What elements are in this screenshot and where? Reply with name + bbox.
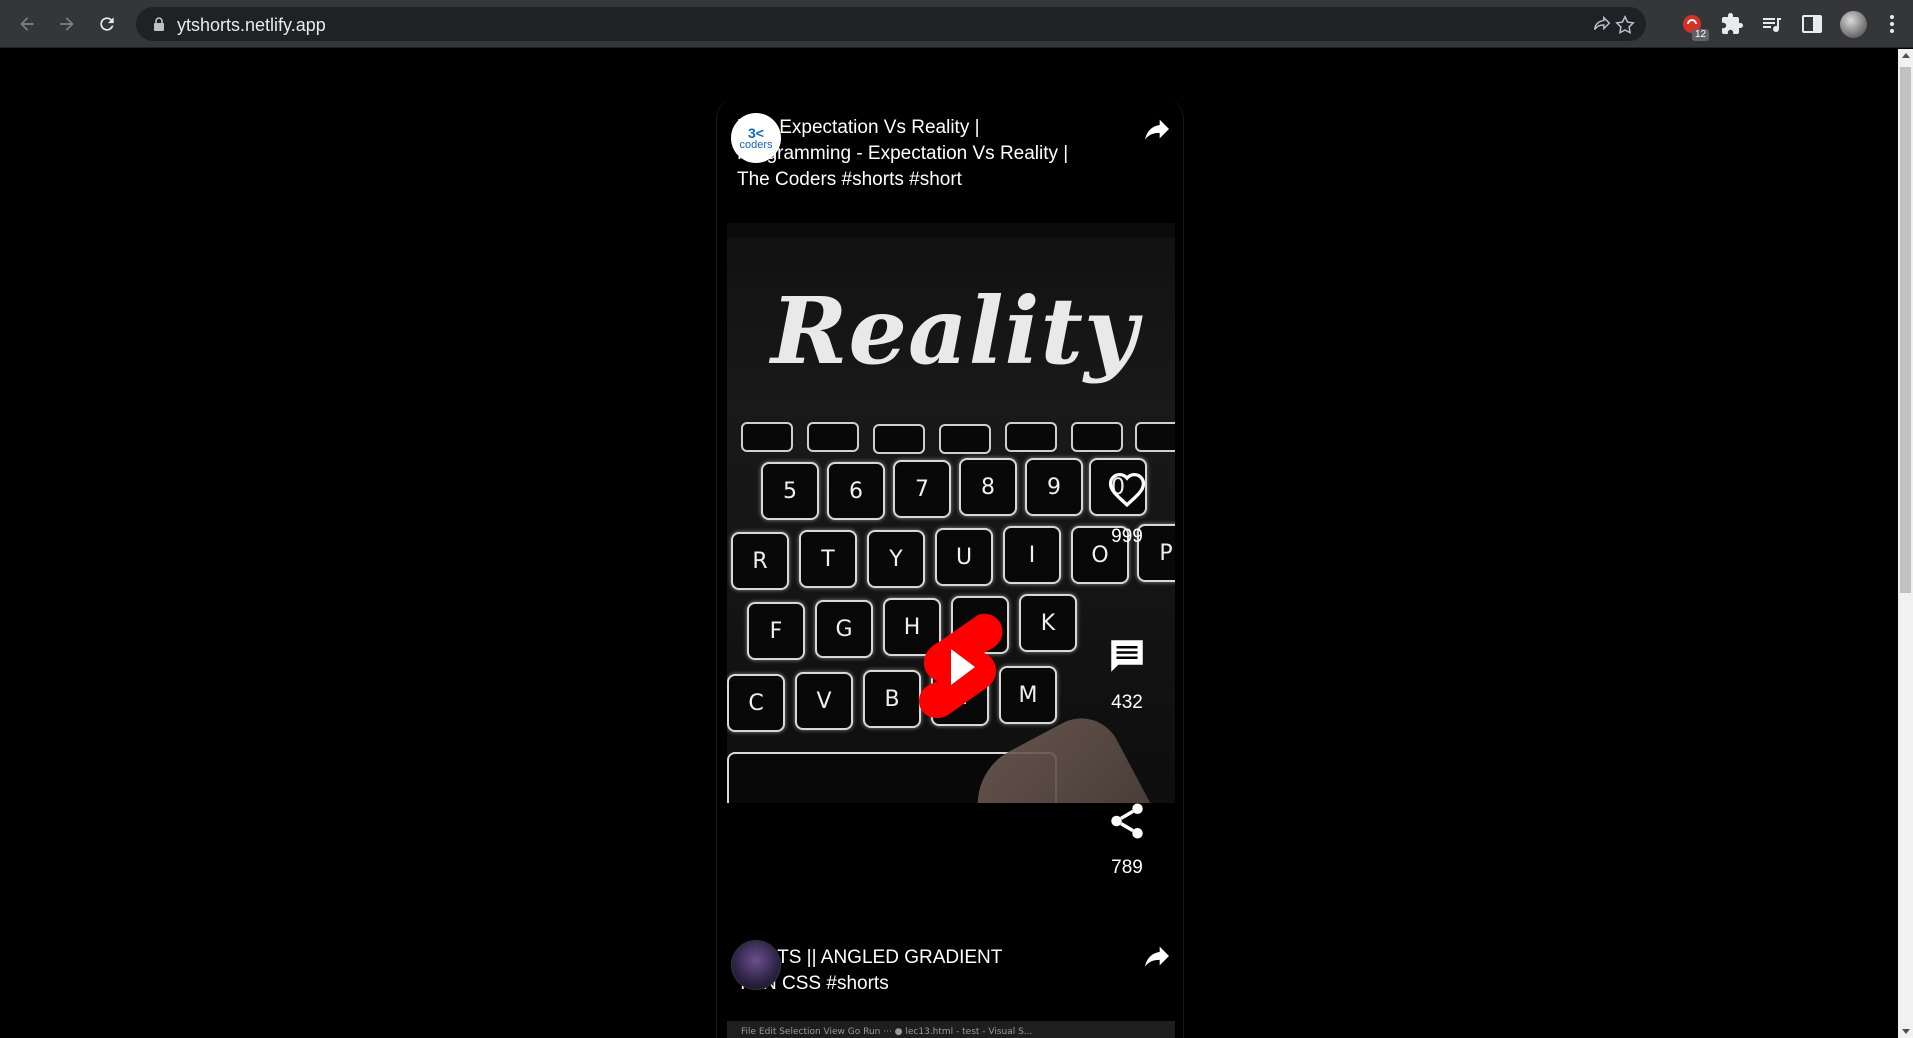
key: 9 xyxy=(1025,458,1083,516)
heart-icon xyxy=(1108,472,1146,508)
extension-badge: 12 xyxy=(1692,29,1710,41)
comment-count: 432 xyxy=(1111,692,1143,713)
browser-toolbar: ytshorts.netlify.app 12 xyxy=(0,0,1913,48)
comment-icon xyxy=(1111,640,1143,672)
profile-avatar[interactable] xyxy=(1840,11,1867,38)
page-scrollbar[interactable] xyxy=(1898,49,1913,1038)
scroll-down-arrow-icon[interactable] xyxy=(1902,1029,1910,1034)
scroll-up-arrow-icon[interactable] xyxy=(1902,53,1910,58)
fn-key xyxy=(939,424,991,454)
short-title: L TUTS || ANGLED GRADIENT TON CSS #short… xyxy=(737,947,1003,994)
short-header: 3< coders ing - Expectation Vs Reality |… xyxy=(717,97,1183,223)
side-panel-icon[interactable] xyxy=(1800,12,1824,36)
address-bar[interactable]: ytshorts.netlify.app xyxy=(136,7,1646,41)
fn-key xyxy=(807,422,859,452)
menu-kebab-icon[interactable] xyxy=(1880,12,1904,36)
fn-key xyxy=(1005,422,1057,452)
share-page-icon[interactable] xyxy=(1591,14,1613,36)
short-title: ing - Expectation Vs Reality | Programmi… xyxy=(737,117,1069,190)
channel-logo[interactable]: 3< coders xyxy=(731,113,781,163)
key: Y xyxy=(867,530,925,588)
reload-icon xyxy=(100,17,114,31)
key: T xyxy=(799,530,857,588)
coders-logo-icon: 3< xyxy=(748,124,764,141)
key: 6 xyxy=(827,462,885,520)
video-preview-text: File Edit Selection View Go Run ··· ● le… xyxy=(741,1027,1033,1037)
key: R xyxy=(731,532,789,590)
puzzle-icon[interactable] xyxy=(1720,12,1744,36)
scroll-thumb[interactable] xyxy=(1900,67,1911,593)
reading-list-icon[interactable] xyxy=(1760,12,1784,36)
share-arrow-icon[interactable] xyxy=(1141,113,1173,145)
key: F xyxy=(747,602,805,660)
share-count: 789 xyxy=(1111,857,1143,878)
key: C xyxy=(727,674,785,732)
arrow-right-icon xyxy=(60,17,74,31)
key: M xyxy=(999,666,1057,724)
key: 8 xyxy=(959,458,1017,516)
shorts-play-icon[interactable] xyxy=(918,611,1004,723)
share-arrow-icon[interactable] xyxy=(1141,940,1173,972)
fn-key xyxy=(1071,422,1123,452)
reload-button[interactable] xyxy=(93,10,121,38)
channel-avatar[interactable] xyxy=(731,940,781,990)
video-overlay-text: Reality xyxy=(771,277,1139,385)
bookmark-star-icon[interactable] xyxy=(1614,14,1636,36)
share-nodes-icon xyxy=(1111,803,1143,839)
fn-key xyxy=(741,422,793,452)
arrow-left-icon xyxy=(20,17,34,31)
video-preview[interactable]: File Edit Selection View Go Run ··· ● le… xyxy=(727,1021,1175,1038)
like-count: 999 xyxy=(1111,526,1143,547)
channel-logo-text: coders xyxy=(739,138,773,151)
back-button[interactable] xyxy=(13,10,41,38)
key: U xyxy=(935,528,993,586)
share-button[interactable]: 789 xyxy=(1097,800,1157,879)
lock-icon xyxy=(154,17,164,31)
key: K xyxy=(1019,594,1077,652)
fn-key xyxy=(1135,422,1175,452)
forward-button[interactable] xyxy=(53,10,81,38)
key: G xyxy=(815,600,873,658)
short-card[interactable]: L TUTS || ANGLED GRADIENT TON CSS #short… xyxy=(717,935,1183,1038)
key: I xyxy=(1003,526,1061,584)
key: B xyxy=(863,670,921,728)
key: 5 xyxy=(761,462,819,520)
shorts-feed[interactable]: 3< coders ing - Expectation Vs Reality |… xyxy=(716,97,1184,1038)
short-card[interactable]: 3< coders ing - Expectation Vs Reality |… xyxy=(717,97,1183,942)
key: 7 xyxy=(893,460,951,518)
fn-key xyxy=(873,424,925,454)
like-button[interactable]: 999 xyxy=(1097,469,1157,548)
comment-button[interactable]: 432 xyxy=(1097,635,1157,714)
key: V xyxy=(795,672,853,730)
url-text: ytshorts.netlify.app xyxy=(177,15,326,35)
